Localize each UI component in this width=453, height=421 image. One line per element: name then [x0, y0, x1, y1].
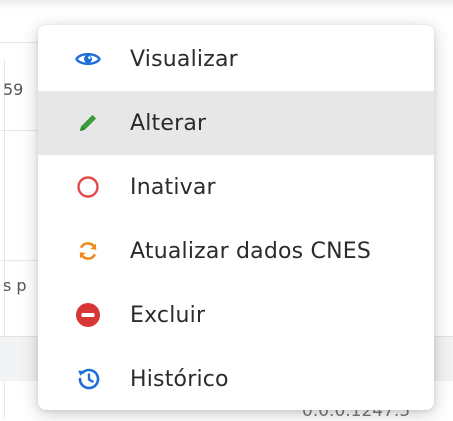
sync-icon — [74, 237, 102, 265]
menu-item-label: Inativar — [130, 174, 216, 200]
menu-item-inativar[interactable]: Inativar — [38, 155, 434, 219]
background-row-divider — [0, 130, 40, 131]
background-cell-text: s p — [3, 276, 27, 295]
menu-item-label: Atualizar dados CNES — [130, 238, 372, 264]
menu-item-visualizar[interactable]: Visualizar — [38, 27, 434, 91]
menu-item-label: Excluir — [130, 302, 206, 328]
eye-icon — [74, 45, 102, 73]
background-row-divider — [0, 260, 40, 261]
actions-context-menu: Visualizar Alterar Inativar Atualizar da… — [38, 25, 434, 410]
menu-item-historico[interactable]: Histórico — [38, 347, 434, 411]
menu-item-label: Visualizar — [130, 46, 238, 72]
menu-item-excluir[interactable]: Excluir — [38, 283, 434, 347]
minus-circle-icon — [74, 301, 102, 329]
background-row-divider — [0, 42, 40, 43]
background-cell-text: 59 — [3, 80, 24, 99]
menu-item-atualizar-dados-cnes[interactable]: Atualizar dados CNES — [38, 219, 434, 283]
menu-item-label: Alterar — [130, 110, 207, 136]
background-top-edge — [0, 0, 453, 10]
history-icon — [74, 365, 102, 393]
menu-item-alterar[interactable]: Alterar — [38, 91, 434, 155]
circle-outline-icon — [74, 173, 102, 201]
pencil-icon — [74, 109, 102, 137]
menu-item-label: Histórico — [130, 366, 229, 392]
